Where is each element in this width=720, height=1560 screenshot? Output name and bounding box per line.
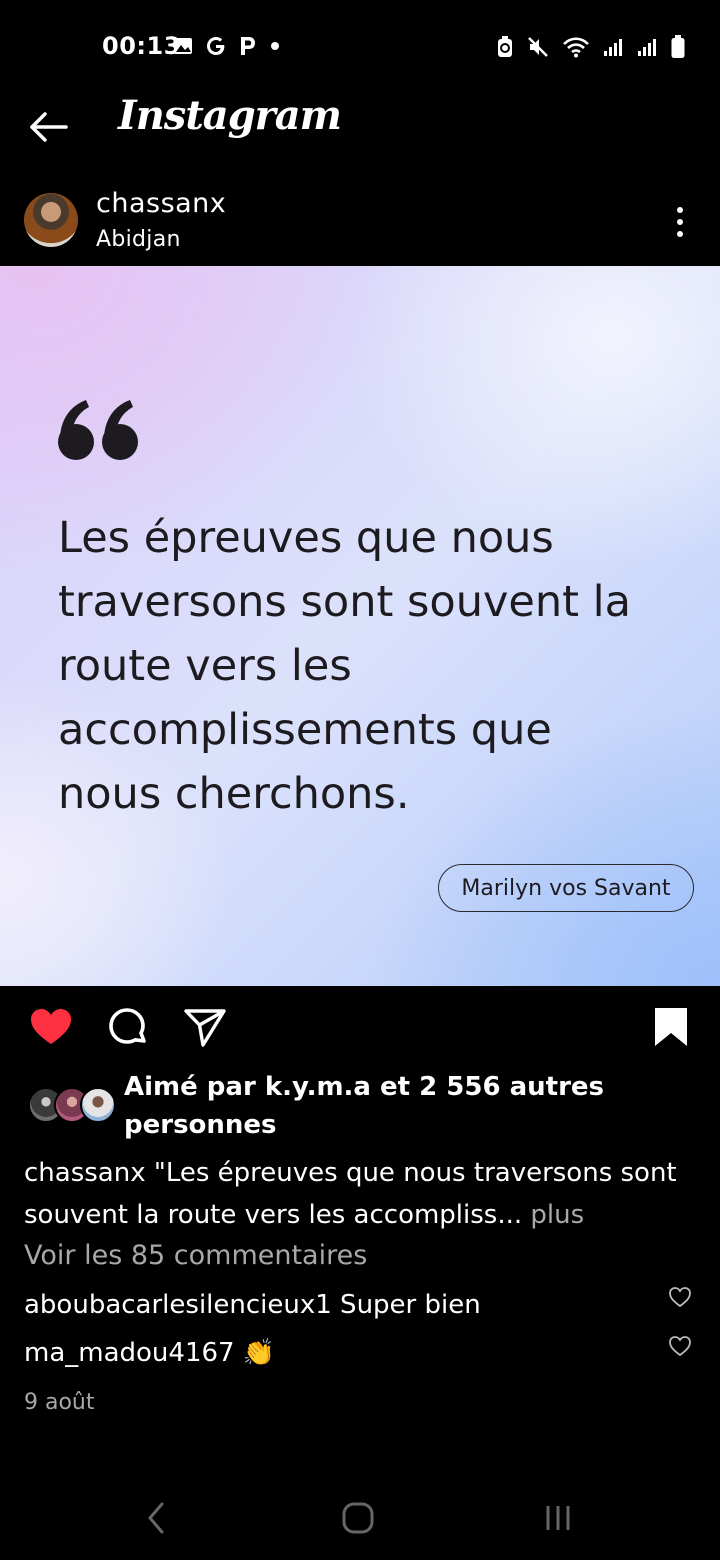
gallery-icon <box>174 38 192 54</box>
comment-like-icon[interactable] <box>668 1334 692 1358</box>
caption-username[interactable]: chassanx <box>24 1158 146 1188</box>
author-badge: Marilyn vos Savant <box>438 864 694 912</box>
more-options-icon[interactable] <box>668 205 692 239</box>
status-right-icons <box>496 34 686 60</box>
comment-like-icon[interactable] <box>668 1285 692 1309</box>
battery-icon <box>671 35 685 58</box>
dot-icon <box>271 42 279 50</box>
post-username[interactable]: chassanx <box>96 188 226 219</box>
app-title: Instagram <box>118 92 342 139</box>
comment-item: ma_madou4167 👏 <box>24 1338 275 1368</box>
nav-back-icon[interactable] <box>140 1498 172 1538</box>
view-comments-link[interactable]: Voir les 85 commentaires <box>24 1240 367 1271</box>
mute-icon <box>528 37 548 57</box>
google-icon <box>207 37 225 55</box>
bookmark-icon[interactable] <box>648 1004 694 1050</box>
comment-item: aboubacarlesilencieux1 Super bien <box>24 1290 481 1320</box>
status-time: 00:13 <box>102 32 181 60</box>
caption-more-link[interactable]: plus <box>522 1200 584 1230</box>
battery-saver-icon <box>498 36 512 57</box>
comment-text: 👏 <box>234 1338 276 1368</box>
comment-text: Super bien <box>331 1290 481 1320</box>
avatar <box>80 1087 116 1123</box>
like-heart-icon[interactable] <box>28 1004 74 1050</box>
nav-recents-icon[interactable] <box>538 1500 578 1536</box>
status-bar: 00:13 <box>0 0 720 90</box>
post-caption[interactable]: chassanx "Les épreuves que nous traverso… <box>24 1152 704 1236</box>
share-icon[interactable] <box>182 1004 228 1050</box>
signal-icon <box>604 39 622 56</box>
comment-user[interactable]: aboubacarlesilencieux1 <box>24 1290 332 1320</box>
post-date: 9 août <box>24 1390 95 1415</box>
nav-home-icon[interactable] <box>338 1498 378 1538</box>
quote-text: Les épreuves que nous traversons sont so… <box>58 513 631 819</box>
post-image[interactable]: Les épreuves que nous traversons sont so… <box>0 266 720 986</box>
wifi-icon <box>563 37 589 58</box>
comment-user[interactable]: ma_madou4167 <box>24 1338 235 1368</box>
signal-icon <box>638 39 656 56</box>
quote-mark-icon <box>58 400 138 460</box>
p-icon <box>241 37 255 55</box>
comment-icon[interactable] <box>104 1004 150 1050</box>
avatar[interactable] <box>24 193 78 247</box>
liker-avatars[interactable] <box>28 1087 116 1123</box>
status-left-icons <box>172 34 282 58</box>
likes-summary[interactable]: Aimé par k.y.m.a et 2 556 autres personn… <box>124 1068 684 1144</box>
back-arrow-icon[interactable] <box>26 104 72 150</box>
post-location[interactable]: Abidjan <box>96 227 181 252</box>
author-name: Marilyn vos Savant <box>461 875 671 901</box>
